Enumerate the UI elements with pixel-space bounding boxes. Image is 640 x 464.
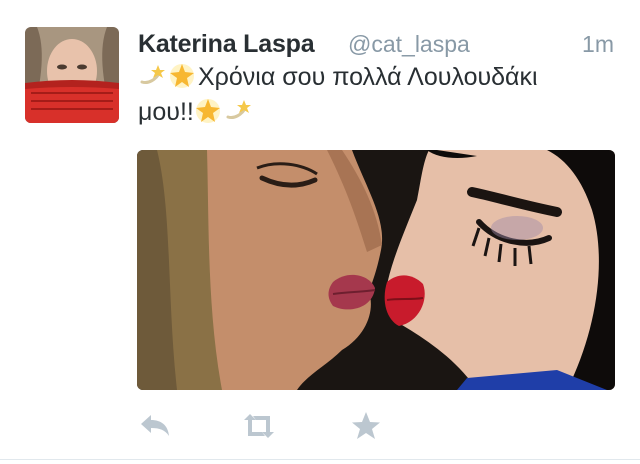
tweet-photo[interactable]	[137, 150, 615, 390]
tweet-text-line-2-text: μου!!	[138, 98, 194, 126]
timestamp[interactable]: 1m	[582, 31, 614, 58]
reply-button[interactable]	[137, 408, 173, 444]
avatar[interactable]	[25, 27, 119, 123]
tweet-card[interactable]: Katerina Laspa @cat_laspa 1m Χρόνια σου …	[0, 0, 640, 464]
tweet-text-line-1: Χρόνια σου πολλά Λουλουδάκι	[138, 60, 608, 95]
tweet-actions	[137, 408, 437, 444]
reply-icon	[137, 408, 173, 444]
dizzy-icon	[224, 97, 252, 125]
tweet-text-line-1-text: Χρόνια σου πολλά Λουλουδάκι	[198, 63, 538, 91]
tweet-text-line-2: μου!!	[138, 95, 608, 130]
retweet-button[interactable]	[241, 408, 277, 444]
star-icon	[348, 408, 384, 444]
favorite-button[interactable]	[348, 408, 384, 444]
tweet-header: Katerina Laspa @cat_laspa 1m	[138, 30, 618, 58]
glowing-star-icon	[194, 97, 222, 125]
glowing-star-icon	[168, 62, 196, 90]
divider	[0, 459, 640, 460]
display-name[interactable]: Katerina Laspa	[138, 30, 315, 59]
retweet-icon	[241, 408, 277, 444]
dizzy-icon	[138, 62, 166, 90]
tweet-text: Χρόνια σου πολλά Λουλουδάκι μου!!	[138, 60, 608, 130]
user-handle[interactable]: @cat_laspa	[348, 31, 470, 58]
